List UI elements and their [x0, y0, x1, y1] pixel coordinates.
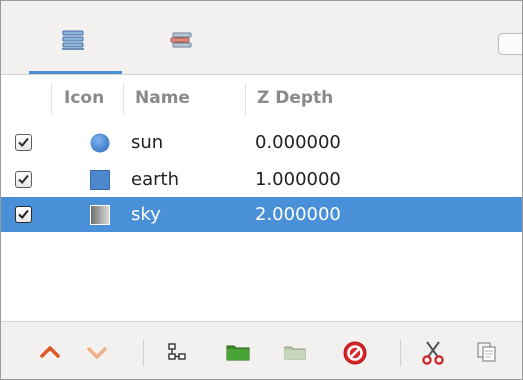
- column-header-name[interactable]: Name: [135, 88, 190, 108]
- layer-zdepth: 0.000000: [255, 132, 341, 153]
- cut-button[interactable]: [421, 340, 445, 365]
- column-header-zdepth[interactable]: Z Depth: [257, 88, 333, 108]
- column-divider: [123, 83, 124, 115]
- checkmark-icon: [18, 137, 29, 147]
- empty-folder-button[interactable]: [282, 340, 306, 364]
- table-row[interactable]: earth 1.000000: [1, 162, 522, 197]
- column-divider: [51, 83, 52, 115]
- layer-zdepth: 2.000000: [255, 204, 341, 225]
- toolbar-separator: [143, 340, 144, 366]
- column-header-icon[interactable]: Icon: [64, 88, 104, 108]
- panel-menu-button[interactable]: [498, 33, 522, 55]
- table-row-selected[interactable]: sky 2.000000: [1, 197, 522, 232]
- copy-button[interactable]: [475, 340, 499, 364]
- move-down-icon: [87, 347, 107, 359]
- layer-name: earth: [131, 169, 179, 190]
- checkmark-icon: [18, 174, 29, 184]
- layer-name: sun: [131, 132, 164, 153]
- layers-icon: [62, 30, 84, 50]
- move-down-button[interactable]: [85, 340, 109, 364]
- group-icon: [168, 343, 186, 360]
- tab-channels[interactable]: [161, 27, 201, 63]
- new-folder-button[interactable]: [225, 340, 250, 364]
- layers-panel: Icon Name Z Depth sun 0.000000 earth 1.0…: [0, 0, 523, 380]
- column-divider: [245, 83, 246, 115]
- delete-button[interactable]: [342, 340, 367, 365]
- gradient-square-icon: [90, 205, 110, 225]
- checkmark-icon: [18, 209, 29, 219]
- folder-icon: [226, 345, 250, 361]
- tab-layers[interactable]: [53, 27, 93, 63]
- visibility-checkbox[interactable]: [15, 134, 32, 151]
- layer-name: sky: [131, 204, 161, 225]
- delete-icon: [343, 341, 367, 365]
- group-button[interactable]: [165, 340, 189, 364]
- move-up-button[interactable]: [38, 340, 62, 364]
- visibility-checkbox[interactable]: [15, 206, 32, 223]
- move-up-icon: [40, 346, 60, 358]
- copy-icon: [477, 342, 496, 362]
- visibility-checkbox[interactable]: [15, 171, 32, 188]
- table-row[interactable]: sun 0.000000: [1, 125, 522, 160]
- channels-icon: [170, 32, 192, 48]
- square-icon: [90, 170, 110, 190]
- cut-icon: [422, 341, 444, 365]
- toolbar-separator: [400, 340, 401, 366]
- folder-empty-icon: [284, 346, 306, 360]
- layer-zdepth: 1.000000: [255, 169, 341, 190]
- circle-icon: [90, 133, 110, 153]
- layer-toolbar: [1, 321, 522, 379]
- layer-list: Icon Name Z Depth sun 0.000000 earth 1.0…: [1, 75, 522, 321]
- column-header: Icon Name Z Depth: [1, 75, 522, 122]
- tab-bar: [1, 1, 522, 75]
